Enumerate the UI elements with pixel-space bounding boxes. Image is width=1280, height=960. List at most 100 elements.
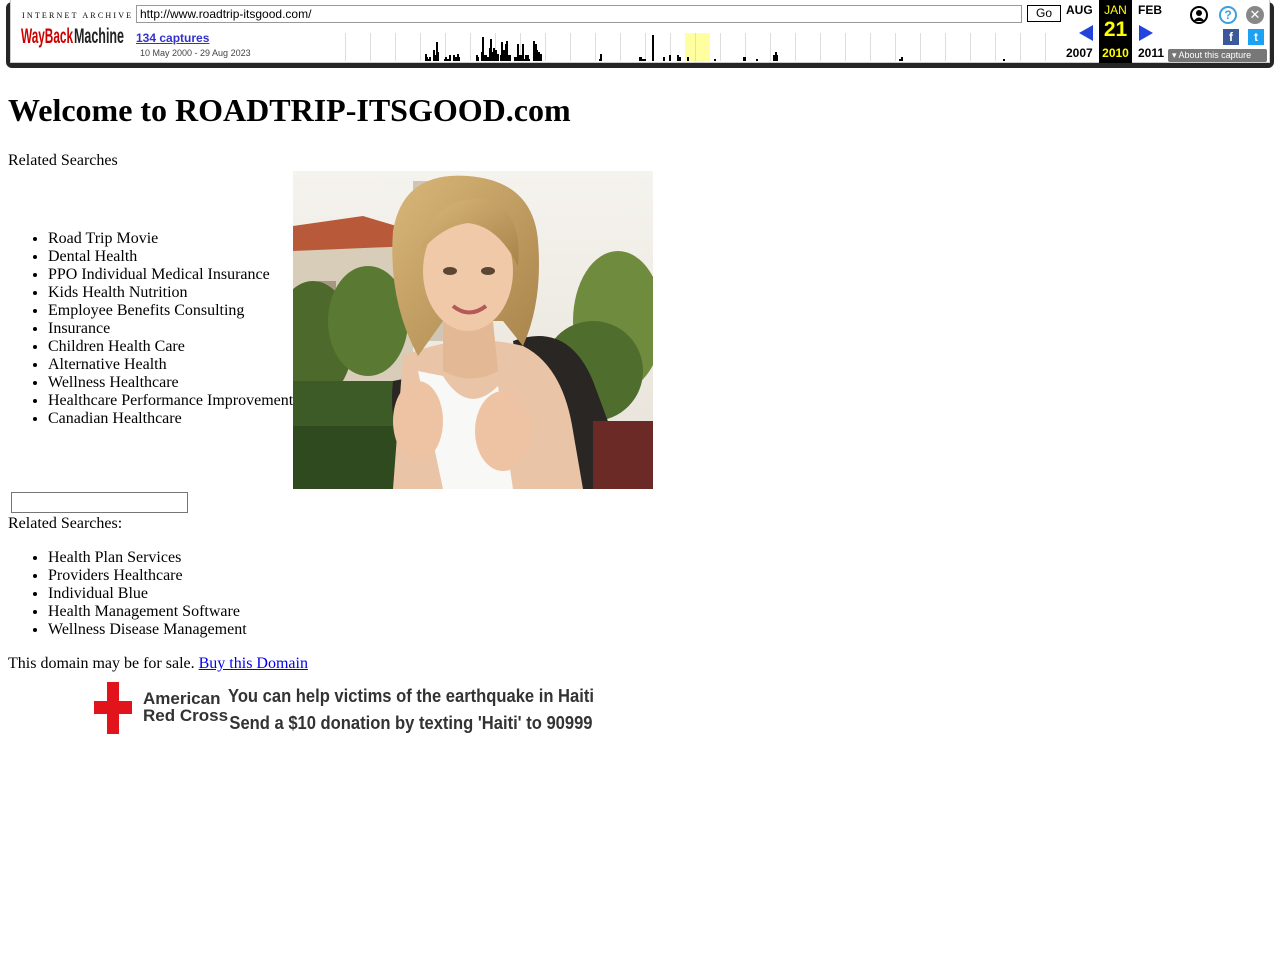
list-item[interactable]: Health Management Software bbox=[48, 603, 247, 621]
current-month-label: JAN bbox=[1104, 3, 1127, 17]
sparkline-bar[interactable] bbox=[644, 59, 646, 61]
sparkline-year-divider bbox=[645, 33, 646, 61]
sparkline-bar[interactable] bbox=[449, 55, 451, 61]
list-item[interactable]: Canadian Healthcare bbox=[48, 410, 293, 428]
sparkline-bar[interactable] bbox=[437, 52, 439, 61]
banner-message-line-1: You can help victims of the earthquake i… bbox=[228, 686, 594, 706]
prev-capture-arrow-icon[interactable] bbox=[1079, 25, 1093, 41]
buy-domain-link[interactable]: Buy this Domain bbox=[199, 655, 308, 672]
sparkline-bar[interactable] bbox=[687, 57, 689, 61]
list-item[interactable]: Providers Healthcare bbox=[48, 567, 247, 585]
sparkline-year-divider bbox=[920, 33, 921, 61]
list-item[interactable]: Individual Blue bbox=[48, 585, 247, 603]
sparkline-bar[interactable] bbox=[497, 54, 499, 61]
sparkline-bar[interactable] bbox=[458, 57, 460, 61]
user-account-icon[interactable] bbox=[1190, 6, 1208, 24]
related-searches-heading: Related Searches bbox=[8, 152, 118, 169]
sparkline-year-divider bbox=[420, 33, 421, 61]
related-searches-list: Road Trip MovieDental HealthPPO Individu… bbox=[8, 230, 293, 428]
sparkline-bar[interactable] bbox=[776, 55, 778, 61]
capture-date-range: 10 May 2000 - 29 Aug 2023 bbox=[140, 48, 251, 58]
current-year-label: 2010 bbox=[1102, 46, 1129, 60]
sparkline-year-divider bbox=[770, 33, 771, 61]
list-item[interactable]: Road Trip Movie bbox=[48, 230, 293, 248]
sparkline-year-divider bbox=[595, 33, 596, 61]
sparkline-year-divider bbox=[995, 33, 996, 61]
capture-sparkline[interactable] bbox=[335, 33, 1061, 61]
list-item[interactable]: Wellness Disease Management bbox=[48, 621, 247, 639]
sparkline-bar[interactable] bbox=[528, 59, 530, 61]
sparkline-year-divider bbox=[1045, 33, 1046, 61]
sparkline-bar[interactable] bbox=[1003, 59, 1005, 61]
current-day-label: 21 bbox=[1103, 18, 1128, 41]
sparkline-year-divider bbox=[695, 33, 696, 61]
next-capture-arrow-icon[interactable] bbox=[1139, 25, 1153, 41]
sparkline-bar[interactable] bbox=[669, 55, 671, 61]
red-cross-name: American Red Cross bbox=[143, 690, 228, 724]
sparkline-bar[interactable] bbox=[901, 57, 903, 61]
related-searches-heading-2: Related Searches: bbox=[8, 515, 123, 532]
sparkline-year-divider bbox=[820, 33, 821, 61]
next-year-label[interactable]: 2011 bbox=[1138, 46, 1164, 60]
sparkline-year-divider bbox=[795, 33, 796, 61]
facebook-share-icon[interactable]: f bbox=[1223, 29, 1239, 45]
sparkline-bar[interactable] bbox=[744, 57, 746, 61]
twitter-share-icon[interactable]: t bbox=[1248, 29, 1264, 45]
list-item[interactable]: Insurance bbox=[48, 320, 293, 338]
domain-sale-notice: This domain may be for sale. Buy this Do… bbox=[8, 655, 308, 673]
banner-message: You can help victims of the earthquake i… bbox=[228, 683, 594, 737]
list-item[interactable]: Children Health Care bbox=[48, 338, 293, 356]
sparkline-year-divider bbox=[1020, 33, 1021, 61]
search-input[interactable] bbox=[11, 492, 188, 513]
sparkline-year-divider bbox=[895, 33, 896, 61]
sparkline-bar[interactable] bbox=[652, 35, 654, 61]
wayback-url-input[interactable] bbox=[136, 5, 1022, 23]
sparkline-year-divider bbox=[570, 33, 571, 61]
sparkline-year-divider bbox=[345, 33, 346, 61]
current-capture-date: JAN 21 2010 bbox=[1099, 0, 1132, 63]
prev-year-label[interactable]: 2007 bbox=[1066, 46, 1093, 60]
list-item[interactable]: Wellness Healthcare bbox=[48, 374, 293, 392]
banner-message-line-2: Send a $10 donation by texting 'Haiti' t… bbox=[229, 713, 593, 733]
list-item[interactable]: Alternative Health bbox=[48, 356, 293, 374]
sparkline-year-divider bbox=[470, 33, 471, 61]
list-item[interactable]: PPO Individual Medical Insurance bbox=[48, 266, 293, 284]
wayback-logo[interactable]: INTERNET ARCHIVE WayBack Machine bbox=[19, 8, 131, 50]
sparkline-year-divider bbox=[620, 33, 621, 61]
about-capture-label: About this capture bbox=[1178, 50, 1252, 60]
list-item[interactable]: Healthcare Performance Improvement bbox=[48, 392, 293, 410]
sparkline-bar[interactable] bbox=[663, 57, 665, 61]
sparkline-bar[interactable] bbox=[756, 59, 758, 61]
prev-month-label[interactable]: AUG bbox=[1066, 3, 1093, 17]
help-icon[interactable]: ? bbox=[1219, 6, 1237, 24]
list-item[interactable]: Employee Benefits Consulting bbox=[48, 302, 293, 320]
related-searches-list-2: Health Plan ServicesProviders Healthcare… bbox=[8, 549, 247, 639]
logo-internet-archive-text: INTERNET ARCHIVE bbox=[22, 11, 134, 20]
sparkline-year-divider bbox=[945, 33, 946, 61]
go-button[interactable]: Go bbox=[1027, 5, 1061, 22]
list-item[interactable]: Dental Health bbox=[48, 248, 293, 266]
list-item[interactable]: Health Plan Services bbox=[48, 549, 247, 567]
sparkline-year-divider bbox=[545, 33, 546, 61]
next-month-label[interactable]: FEB bbox=[1138, 3, 1162, 17]
close-icon[interactable]: ✕ bbox=[1246, 6, 1264, 24]
sparkline-bar[interactable] bbox=[714, 59, 716, 61]
svg-text:Machine: Machine bbox=[74, 25, 124, 48]
sparkline-year-divider bbox=[870, 33, 871, 61]
svg-text:WayBack: WayBack bbox=[21, 25, 73, 48]
sparkline-bar[interactable] bbox=[540, 54, 542, 61]
sale-text: This domain may be for sale. bbox=[8, 655, 195, 672]
sparkline-bar[interactable] bbox=[429, 57, 431, 61]
sparkline-bar[interactable] bbox=[509, 55, 511, 61]
sparkline-bar[interactable] bbox=[600, 54, 602, 61]
wayback-machine-logo: WayBack Machine bbox=[21, 25, 124, 48]
wayback-toolbar: INTERNET ARCHIVE WayBack Machine Go 134 … bbox=[10, 0, 1270, 63]
captures-link[interactable]: 134 captures bbox=[136, 31, 209, 45]
about-capture-button[interactable]: ▾ About this capture bbox=[1168, 49, 1267, 62]
sparkline-year-divider bbox=[970, 33, 971, 61]
red-cross-name-line-1: American bbox=[143, 689, 221, 708]
sparkline-bar[interactable] bbox=[679, 57, 681, 61]
list-item[interactable]: Kids Health Nutrition bbox=[48, 284, 293, 302]
sparkline-bar[interactable] bbox=[477, 57, 479, 61]
red-cross-haiti-banner[interactable]: American Red Cross You can help victims … bbox=[88, 680, 594, 738]
